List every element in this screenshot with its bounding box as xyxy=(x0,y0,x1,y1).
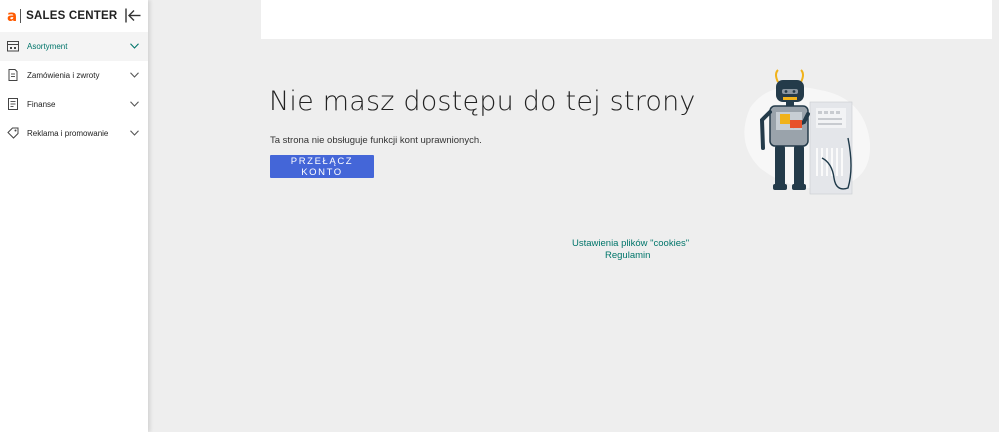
page-description: Ta strona nie obsługuje funkcji kont upr… xyxy=(270,135,482,146)
sidebar-item-finanse[interactable]: Finanse xyxy=(0,90,148,119)
brand-divider xyxy=(20,9,22,23)
ledger-icon xyxy=(8,98,18,110)
collapse-sidebar-icon[interactable] xyxy=(125,8,141,23)
tag-icon xyxy=(7,127,19,139)
sidebar-item-label: Zamówienia i zwroty xyxy=(27,71,100,80)
chevron-down-icon[interactable] xyxy=(130,130,139,136)
sidebar-item-label: Finanse xyxy=(27,100,56,109)
sidebar-item-reklama[interactable]: Reklama i promowanie xyxy=(0,119,148,148)
document-icon xyxy=(8,69,18,81)
brand-letter: a xyxy=(7,6,18,25)
sidebar-item-label: Reklama i promowanie xyxy=(27,129,109,138)
chevron-down-icon[interactable] xyxy=(130,43,139,49)
sidebar: a SALES CENTER Asortyment Zamówienia i z… xyxy=(0,0,148,432)
storefront-icon xyxy=(7,41,19,52)
sidebar-item-label: Asortyment xyxy=(27,42,68,51)
cookies-settings-link[interactable]: Ustawienia plików "cookies" xyxy=(572,238,689,249)
chevron-down-icon[interactable] xyxy=(130,72,139,78)
brand-name: SALES CENTER xyxy=(26,10,118,22)
switch-account-button[interactable]: PRZEŁĄCZ KONTO xyxy=(270,155,374,178)
terms-link[interactable]: Regulamin xyxy=(605,250,650,261)
robot-illustration xyxy=(744,69,871,195)
sidebar-menu: Asortyment Zamówienia i zwroty Finanse R… xyxy=(0,32,148,148)
sidebar-item-zamowienia[interactable]: Zamówienia i zwroty xyxy=(0,61,148,90)
sidebar-item-asortyment[interactable]: Asortyment xyxy=(0,32,148,61)
page-title: Nie masz dostępu do tej strony xyxy=(269,86,696,117)
chevron-down-icon[interactable] xyxy=(130,101,139,107)
top-header-bar xyxy=(261,0,992,39)
